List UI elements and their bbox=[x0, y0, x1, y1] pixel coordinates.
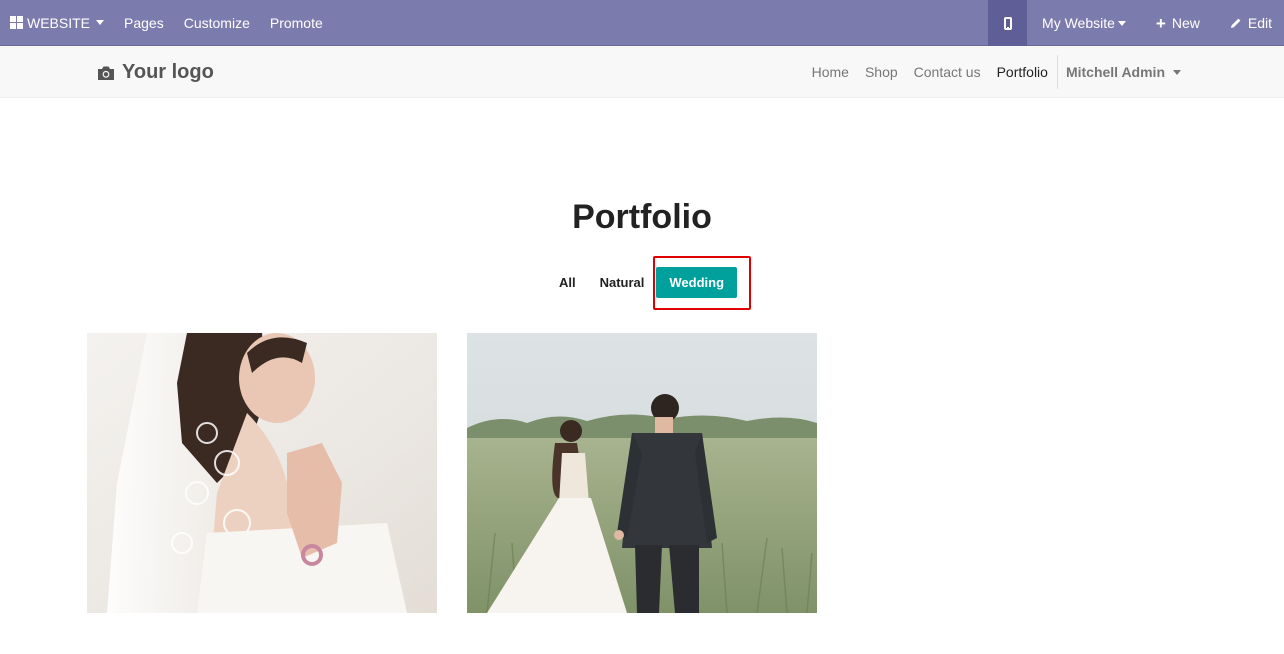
customize-menu[interactable]: Customize bbox=[174, 0, 260, 46]
caret-down-icon bbox=[1173, 69, 1181, 75]
nav-home[interactable]: Home bbox=[804, 64, 857, 80]
website-header: Your logo Home Shop Contact us Portfolio… bbox=[0, 46, 1284, 98]
nav-contact-us[interactable]: Contact us bbox=[906, 64, 989, 80]
apps-grid-icon bbox=[10, 16, 23, 29]
pages-menu[interactable]: Pages bbox=[114, 0, 174, 46]
nav-shop[interactable]: Shop bbox=[857, 64, 906, 80]
filter-natural[interactable]: Natural bbox=[588, 267, 657, 298]
portfolio-image-bride[interactable] bbox=[87, 333, 437, 613]
promote-menu[interactable]: Promote bbox=[260, 0, 333, 46]
edit-button[interactable]: Edit bbox=[1215, 0, 1284, 46]
filter-all[interactable]: All bbox=[547, 267, 588, 298]
main-menu: Home Shop Contact us Portfolio Mitchell … bbox=[804, 46, 1189, 98]
portfolio-image-couple[interactable] bbox=[467, 333, 817, 613]
app-menu-label: WEBSITE bbox=[27, 14, 91, 31]
user-menu[interactable]: Mitchell Admin bbox=[1058, 64, 1189, 80]
admin-right-actions: My Website + New Edit bbox=[988, 0, 1284, 46]
edit-label: Edit bbox=[1247, 15, 1272, 31]
website-switcher-label: My Website bbox=[1042, 15, 1115, 31]
logo-text: Your logo bbox=[122, 61, 214, 83]
page-title: Portfolio bbox=[572, 198, 712, 236]
caret-down-icon bbox=[1117, 20, 1126, 26]
pencil-icon bbox=[1230, 18, 1241, 28]
caret-down-icon bbox=[96, 20, 105, 25]
app-menu-button[interactable]: WEBSITE bbox=[0, 0, 114, 46]
filter-wedding[interactable]: Wedding bbox=[656, 267, 738, 298]
mobile-preview-button[interactable] bbox=[988, 0, 1028, 46]
nav-portfolio[interactable]: Portfolio bbox=[989, 64, 1056, 80]
plus-icon: + bbox=[1155, 13, 1166, 33]
portfolio-gallery bbox=[87, 333, 817, 613]
couple-photo bbox=[467, 333, 817, 613]
camera-icon bbox=[98, 66, 114, 80]
admin-navbar: WEBSITE Pages Customize Promote My Websi… bbox=[0, 0, 1284, 46]
new-button[interactable]: + New bbox=[1141, 0, 1215, 46]
website-switcher[interactable]: My Website bbox=[1027, 0, 1141, 46]
portfolio-filters: All Natural Wedding bbox=[0, 267, 1284, 298]
site-logo[interactable]: Your logo bbox=[97, 61, 214, 84]
mobile-phone-icon bbox=[1003, 16, 1012, 30]
new-label: New bbox=[1171, 15, 1200, 31]
user-name: Mitchell Admin bbox=[1065, 64, 1165, 80]
bride-photo bbox=[87, 333, 437, 613]
